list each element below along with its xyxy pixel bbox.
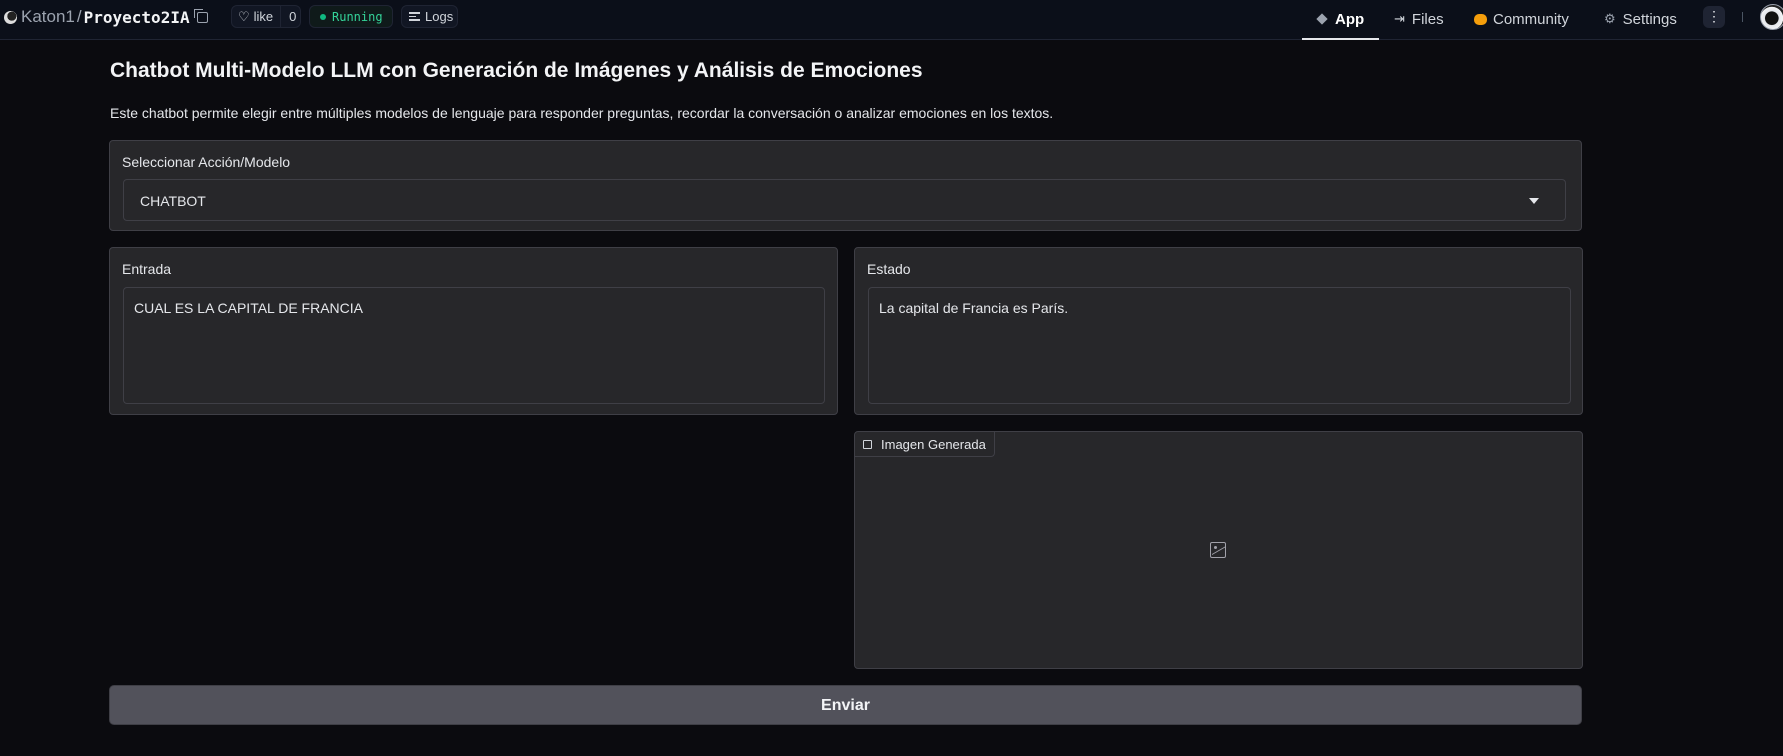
tab-settings-label: Settings (1622, 10, 1677, 28)
input-textarea[interactable]: CUAL ES LA CAPITAL DE FRANCIA (123, 287, 825, 404)
input-label: Entrada (122, 261, 172, 277)
like-label: like (253, 9, 274, 24)
like-count: 0 (289, 9, 297, 24)
copy-icon[interactable] (193, 8, 208, 23)
space-name-link[interactable]: Proyecto2IA (84, 8, 190, 27)
submit-button[interactable]: Enviar (109, 685, 1582, 725)
model-select-value: CHATBOT (140, 193, 206, 209)
model-select-panel: Seleccionar Acción/Modelo CHATBOT (109, 140, 1582, 231)
status-text: Running (332, 9, 383, 24)
input-panel: Entrada CUAL ES LA CAPITAL DE FRANCIA (109, 247, 838, 415)
status-dot-icon (320, 13, 326, 20)
community-icon (1474, 13, 1487, 25)
cube-icon (1316, 13, 1328, 25)
like-divider (280, 6, 282, 27)
tab-community-label: Community (1493, 10, 1569, 28)
output-textarea[interactable]: La capital de Francia es París. (868, 287, 1571, 404)
tab-app-label: App (1335, 10, 1365, 28)
status-badge[interactable]: Running (309, 5, 393, 28)
tab-settings[interactable]: ⚙ Settings (1604, 0, 1677, 38)
logs-icon (409, 12, 420, 21)
active-tab-indicator (1302, 38, 1379, 40)
generated-image-panel: Imagen Generada (854, 431, 1583, 669)
breadcrumb-separator: / (76, 7, 82, 26)
logs-button[interactable]: Logs (401, 5, 458, 28)
page-title: Chatbot Multi-Modelo LLM con Generación … (110, 59, 923, 82)
tab-app[interactable]: App (1316, 0, 1365, 38)
owner-avatar[interactable] (4, 10, 17, 24)
repo-breadcrumb: Katon1 / Proyecto2IA (4, 0, 208, 34)
image-icon (863, 439, 872, 449)
output-panel: Estado La capital de Francia es París. (854, 247, 1583, 415)
header-divider (1742, 12, 1743, 22)
page-description: Este chatbot permite elegir entre múltip… (110, 105, 1054, 121)
image-placeholder-icon (1210, 542, 1226, 558)
tab-community[interactable]: Community (1474, 0, 1569, 38)
files-icon: ⇥ (1394, 11, 1405, 26)
user-avatar[interactable] (1760, 4, 1783, 30)
chevron-down-icon (1529, 198, 1539, 204)
heart-icon: ♡ (238, 8, 250, 24)
model-select-label: Seleccionar Acción/Modelo (122, 154, 291, 170)
gear-icon: ⚙ (1604, 11, 1616, 26)
model-select-dropdown[interactable]: CHATBOT (123, 179, 1566, 221)
generated-image-label: Imagen Generada (881, 436, 986, 452)
more-options-button[interactable]: ⋮ (1703, 6, 1725, 28)
like-button[interactable]: ♡ like 0 (231, 5, 301, 28)
tab-files-label: Files (1411, 10, 1444, 28)
tab-files[interactable]: ⇥ Files (1394, 0, 1444, 38)
top-bar: Katon1 / Proyecto2IA ♡ like 0 Running Lo… (0, 0, 1783, 40)
logs-label: Logs (425, 9, 454, 24)
owner-link[interactable]: Katon1 (21, 7, 75, 27)
output-label: Estado (867, 261, 911, 277)
generated-image-label-tag: Imagen Generada (855, 432, 995, 457)
